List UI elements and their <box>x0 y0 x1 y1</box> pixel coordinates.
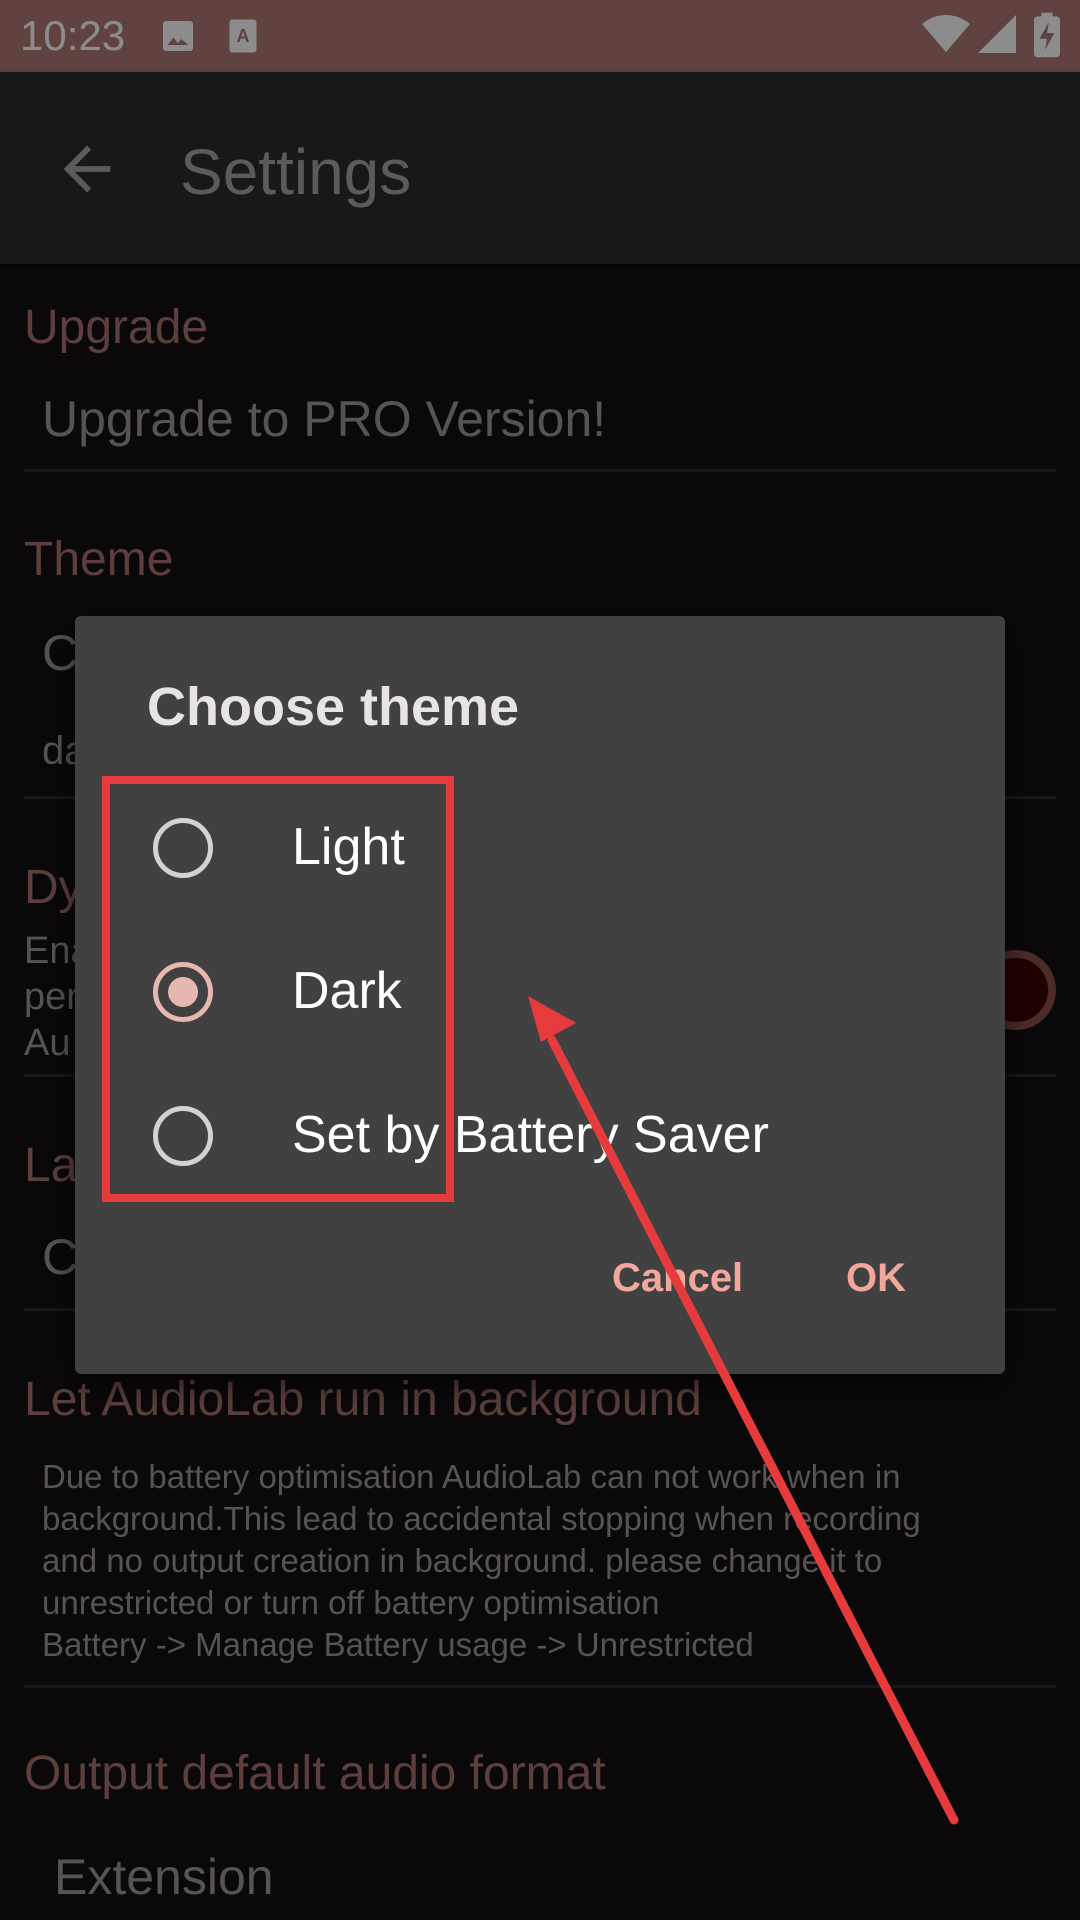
cancel-button[interactable]: Cancel <box>612 1256 743 1301</box>
annotation-highlight-box <box>102 776 454 1202</box>
ok-button[interactable]: OK <box>846 1256 906 1301</box>
dialog-title: Choose theme <box>147 677 520 737</box>
